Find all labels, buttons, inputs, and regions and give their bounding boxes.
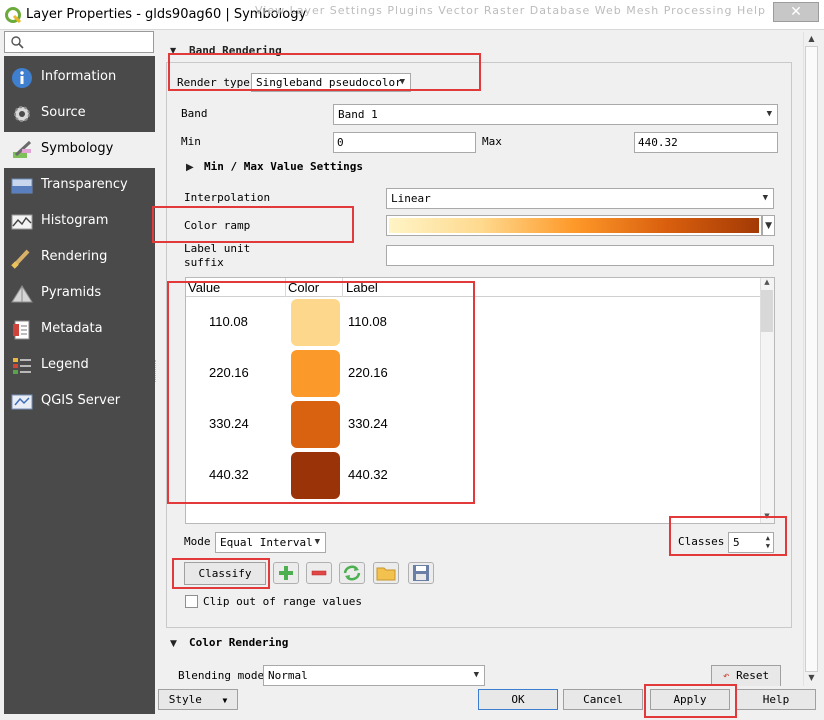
style-menu-button[interactable]: Style ▼ [158, 689, 238, 710]
clip-label[interactable]: Clip out of range values [203, 595, 362, 608]
sidebar-item-transparency[interactable]: Transparency [4, 168, 155, 204]
scroll-up-arrow-icon[interactable]: ▲ [804, 34, 819, 46]
table-scroll-up-icon[interactable]: ▲ [761, 278, 773, 288]
information-icon [12, 68, 32, 88]
interpolation-select[interactable]: Linear ▼ [386, 188, 774, 209]
minmax-settings-header[interactable]: Min / Max Value Settings [204, 160, 363, 173]
rendering-brush-icon [11, 249, 30, 269]
color-ramp-button[interactable] [386, 215, 762, 236]
legend-icon [13, 358, 31, 374]
sidebar-item-source[interactable]: Source [4, 96, 155, 132]
highlight-apply [644, 684, 737, 718]
search-icon [11, 36, 24, 49]
highlight-color-ramp [152, 206, 354, 243]
plus-icon [279, 566, 293, 580]
qgis-server-icon [11, 394, 33, 410]
sidebar-item-label: Transparency [41, 177, 128, 192]
label-unit-suffix-label-line1: Label unit [184, 242, 251, 255]
chevron-down-icon: ▼ [314, 537, 320, 547]
close-button[interactable]: ✕ [773, 2, 819, 22]
reverse-colors-button[interactable] [339, 562, 365, 584]
chevron-down-icon: ▼ [473, 670, 479, 680]
help-button[interactable]: Help [736, 689, 816, 710]
label-unit-suffix-label-line2: suffix [184, 256, 224, 269]
highlight-render-type [168, 53, 481, 91]
collapse-arrow-icon[interactable]: ▼ [170, 639, 177, 649]
chevron-down-icon: ▼ [766, 109, 772, 119]
max-input[interactable]: 440.32 [634, 132, 778, 153]
interpolation-label: Interpolation [184, 191, 271, 204]
sidebar-item-pyramids[interactable]: Pyramids [4, 276, 155, 312]
sidebar-item-label: Information [41, 69, 117, 84]
sidebar-item-qgis-server[interactable]: QGIS Server [4, 384, 155, 420]
minus-icon [311, 570, 327, 576]
band-select[interactable]: Band 1 ▼ [333, 104, 778, 125]
highlight-classes-table [167, 281, 475, 504]
sidebar-item-label: Rendering [41, 249, 108, 264]
band-label: Band [181, 107, 208, 120]
export-colormap-button[interactable] [408, 562, 434, 584]
mode-label: Mode [184, 535, 211, 548]
chevron-down-icon: ▼ [765, 221, 772, 231]
sidebar-item-label: Metadata [41, 321, 103, 336]
color-ramp-preview [389, 218, 759, 233]
color-ramp-dropdown[interactable]: ▼ [762, 215, 775, 236]
label-unit-suffix-input[interactable] [386, 245, 774, 266]
sidebar-item-label: Source [41, 105, 86, 120]
sidebar-item-label: QGIS Server [41, 393, 121, 408]
min-label: Min [181, 135, 201, 148]
metadata-icon [13, 320, 30, 340]
folder-icon [376, 567, 396, 581]
color-rendering-title: Color Rendering [189, 636, 289, 649]
mode-value: Equal Interval [220, 536, 313, 549]
table-scrollbar-thumb[interactable] [761, 290, 773, 332]
sidebar-item-label: Histogram [41, 213, 109, 228]
pyramids-icon [11, 285, 33, 303]
reset-label: Reset [736, 669, 770, 682]
blending-mode-select[interactable]: Normal ▼ [263, 665, 485, 686]
background-menu-ghost: View Layer Settings Plugins Vector Raste… [255, 4, 767, 17]
histogram-icon [11, 214, 33, 230]
interpolation-value: Linear [391, 192, 431, 205]
transparency-icon [11, 178, 33, 194]
sidebar-item-label: Pyramids [41, 285, 102, 300]
highlight-classify [172, 558, 270, 589]
chevron-down-icon: ▼ [762, 193, 768, 203]
load-colormap-button[interactable] [373, 562, 399, 584]
save-disk-icon [413, 565, 429, 581]
cancel-button[interactable]: Cancel [563, 689, 643, 710]
sidebar-item-information[interactable]: Information [4, 60, 155, 96]
reset-icon: ↶ [722, 669, 730, 682]
sidebar-item-rendering[interactable]: Rendering [4, 240, 155, 276]
chevron-down-icon: ▼ [222, 696, 228, 705]
highlight-classes [669, 516, 787, 556]
max-label: Max [482, 135, 502, 148]
scroll-down-arrow-icon[interactable]: ▼ [804, 673, 819, 685]
panel-scrollbar-thumb[interactable] [805, 46, 818, 672]
blending-mode-label: Blending mode [178, 669, 265, 682]
source-gear-icon [14, 106, 30, 122]
sidebar-item-symbology[interactable]: Symbology [4, 132, 155, 168]
sidebar-item-metadata[interactable]: Metadata [4, 312, 155, 348]
band-value: Band 1 [338, 108, 378, 121]
add-class-button[interactable] [273, 562, 299, 584]
sidebar-item-legend[interactable]: Legend [4, 348, 155, 384]
mode-select[interactable]: Equal Interval ▼ [215, 532, 326, 553]
sidebar: Information Source Symbology Transparenc… [4, 56, 155, 714]
clip-checkbox[interactable] [185, 595, 198, 608]
ok-button[interactable]: OK [478, 689, 558, 710]
sidebar-item-histogram[interactable]: Histogram [4, 204, 155, 240]
symbology-brush-icon [13, 140, 32, 158]
search-input[interactable] [4, 31, 154, 53]
blending-mode-value: Normal [268, 669, 308, 682]
refresh-arrows-icon [343, 565, 361, 581]
qgis-logo-icon [5, 7, 21, 23]
min-input[interactable]: 0 [333, 132, 476, 153]
expand-arrow-icon[interactable]: ▶ [186, 162, 194, 173]
sidebar-item-label: Legend [41, 357, 89, 372]
style-label: Style [168, 693, 202, 706]
sidebar-item-label: Symbology [41, 141, 114, 156]
remove-class-button[interactable] [306, 562, 332, 584]
